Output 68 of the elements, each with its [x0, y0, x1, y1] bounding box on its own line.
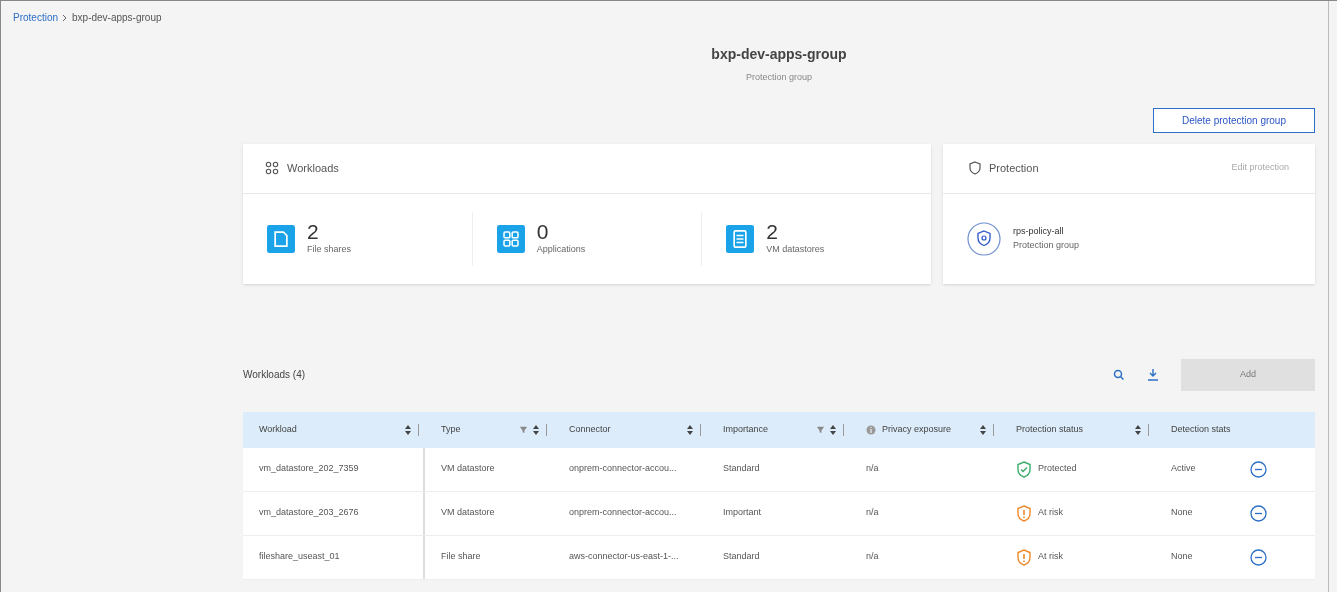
table-cell: fileshare_useast_01 [243, 535, 425, 579]
filter-icon[interactable] [519, 425, 528, 434]
sort-icon[interactable] [404, 423, 412, 436]
breadcrumb-current: bxp-dev-apps-group [72, 11, 162, 25]
table-cell-text: onprem-connector-accou... [568, 506, 678, 520]
shield-warning-icon [1016, 548, 1032, 566]
table-cell-text: Standard [722, 550, 761, 564]
delete-button[interactable]: Delete protection group [1153, 107, 1315, 133]
table-cell-text: Important [722, 506, 763, 520]
search-icon[interactable] [1113, 368, 1125, 381]
chevron-right-icon [62, 13, 69, 22]
table-cell-text: n/a [865, 462, 880, 476]
sort-icon[interactable] [1134, 423, 1142, 436]
policy-name: rps-policy-all [1013, 225, 1065, 238]
status-label: At risk [1038, 550, 1063, 564]
table-title: Workloads (4) [243, 368, 306, 382]
stat-count: 2 [766, 220, 780, 243]
page-title: bxp-dev-apps-group [711, 45, 847, 64]
download-icon[interactable] [1147, 368, 1159, 381]
remove-icon[interactable] [1250, 548, 1267, 566]
column-header[interactable]: Importance [707, 411, 850, 448]
table-cell-text: onprem-connector-accou... [568, 462, 678, 476]
policy-type: Protection group [1013, 238, 1080, 252]
sort-icon[interactable] [532, 423, 540, 436]
remove-icon[interactable] [1250, 504, 1267, 522]
sort-icon[interactable] [979, 423, 987, 436]
table-cell-text: VM datastore [440, 506, 496, 520]
column-header[interactable]: Protection status [1000, 411, 1155, 448]
sort-icon[interactable] [686, 423, 694, 436]
card-title: Workloads [287, 160, 339, 176]
column-header[interactable]: Type [425, 411, 553, 448]
table-cell: vm_datastore_203_2676 [243, 491, 425, 535]
sort-icon[interactable] [829, 423, 837, 436]
column-header[interactable]: Detection stats [1155, 411, 1240, 448]
grid-icon [496, 224, 525, 253]
stat-label: VM datastores [766, 242, 825, 256]
status-label: Protected [1038, 462, 1077, 476]
column-header[interactable]: Privacy exposure [850, 411, 1000, 448]
table-cell: vm_datastore_202_7359 [243, 447, 425, 491]
document-icon [726, 224, 755, 253]
card-title: Protection [989, 160, 1039, 176]
policy-shield-icon [967, 221, 1001, 256]
table-cell-text: aws-connector-us-east-1-... [568, 550, 680, 564]
folder-icon [267, 224, 295, 253]
filter-icon[interactable] [816, 425, 825, 434]
stat-label: Applications [536, 242, 586, 256]
column-header[interactable]: Workload [243, 411, 425, 448]
table-cell-text: n/a [865, 550, 880, 564]
breadcrumb-link[interactable]: Protection [13, 10, 59, 25]
table-cell-text: Standard [722, 462, 761, 476]
table-cell-text: None [1170, 506, 1194, 520]
table-cell-text: None [1170, 550, 1194, 564]
stat-label: File shares [307, 242, 351, 256]
table-cell-text: VM datastore [440, 462, 496, 476]
status-label: At risk [1038, 506, 1063, 520]
table-cell-text: File share [440, 550, 482, 564]
info-icon [866, 424, 876, 435]
table-cell-text: n/a [865, 506, 880, 520]
shield-icon [969, 161, 981, 175]
remove-icon[interactable] [1250, 460, 1267, 478]
table-cell-text: Active [1170, 462, 1197, 476]
column-header[interactable]: Connector [553, 411, 707, 448]
page-subtitle: Protection group [745, 71, 812, 84]
shield-warning-icon [1016, 504, 1032, 522]
stat-count: 0 [536, 220, 550, 243]
workloads-icon [265, 161, 279, 175]
shield-check-icon [1016, 460, 1032, 478]
stat-count: 2 [307, 220, 320, 243]
